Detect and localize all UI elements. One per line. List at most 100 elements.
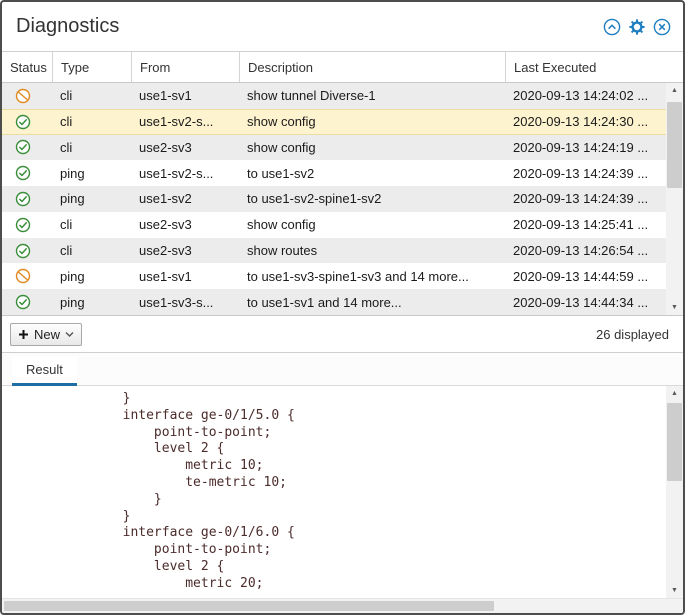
type-cell: ping xyxy=(52,263,131,289)
table-row[interactable]: cliuse2-sv3show config2020-09-13 14:25:4… xyxy=(2,212,666,238)
table-rows: cliuse1-sv1show tunnel Diverse-12020-09-… xyxy=(2,83,666,315)
type-cell: ping xyxy=(52,289,131,315)
from-cell: use2-sv3 xyxy=(131,238,239,264)
close-icon[interactable] xyxy=(653,18,671,36)
last-executed-cell: 2020-09-13 14:24:39 ... xyxy=(505,186,666,212)
status-success-icon xyxy=(15,165,31,181)
tab-result[interactable]: Result xyxy=(12,356,77,386)
status-cell xyxy=(2,212,52,238)
status-success-icon xyxy=(15,191,31,207)
scroll-thumb[interactable] xyxy=(667,102,682,188)
last-executed-cell: 2020-09-13 14:24:30 ... xyxy=(505,109,666,135)
type-cell: ping xyxy=(52,160,131,186)
status-cell xyxy=(2,109,52,135)
column-header-type[interactable]: Type xyxy=(52,52,131,82)
status-cell xyxy=(2,160,52,186)
tab-bar: Result xyxy=(2,353,683,386)
table-row[interactable]: cliuse1-sv1show tunnel Diverse-12020-09-… xyxy=(2,83,666,109)
description-cell: show config xyxy=(239,109,505,135)
description-cell: to use1-sv1 and 14 more... xyxy=(239,289,505,315)
last-executed-cell: 2020-09-13 14:24:39 ... xyxy=(505,160,666,186)
diagnostics-panel: Diagnostics Status Type From Description… xyxy=(0,0,685,615)
type-cell: ping xyxy=(52,186,131,212)
table-row[interactable]: pinguse1-sv1to use1-sv3-spine1-sv3 and 1… xyxy=(2,263,666,289)
description-cell: show config xyxy=(239,212,505,238)
titlebar-actions xyxy=(603,18,671,36)
table-header: Status Type From Description Last Execut… xyxy=(2,52,683,83)
horizontal-scrollbar[interactable] xyxy=(2,598,683,613)
scroll-up-arrow[interactable]: ▲ xyxy=(666,386,683,401)
description-cell: to use1-sv3-spine1-sv3 and 14 more... xyxy=(239,263,505,289)
from-cell: use1-sv2-s... xyxy=(131,160,239,186)
panel-title: Diagnostics xyxy=(16,15,119,38)
status-cell xyxy=(2,263,52,289)
chevron-down-icon xyxy=(65,331,74,338)
status-cell xyxy=(2,135,52,161)
toolbar: New 26 displayed xyxy=(2,316,683,353)
table-body: cliuse1-sv1show tunnel Diverse-12020-09-… xyxy=(2,83,683,316)
scroll-thumb[interactable] xyxy=(4,601,494,611)
scroll-down-arrow[interactable]: ▼ xyxy=(666,300,683,315)
status-success-icon xyxy=(15,243,31,259)
gear-icon[interactable] xyxy=(628,18,646,36)
description-cell: show routes xyxy=(239,238,505,264)
from-cell: use1-sv3-s... xyxy=(131,289,239,315)
last-executed-cell: 2020-09-13 14:24:19 ... xyxy=(505,135,666,161)
result-code[interactable]: } interface ge-0/1/5.0 { point-to-point;… xyxy=(2,386,666,598)
status-success-icon xyxy=(15,294,31,310)
from-cell: use1-sv2 xyxy=(131,186,239,212)
table-row[interactable]: cliuse2-sv3show config2020-09-13 14:24:1… xyxy=(2,135,666,161)
table-row[interactable]: cliuse1-sv2-s...show config2020-09-13 14… xyxy=(2,109,666,135)
status-cell xyxy=(2,186,52,212)
last-executed-cell: 2020-09-13 14:44:34 ... xyxy=(505,289,666,315)
type-cell: cli xyxy=(52,109,131,135)
last-executed-cell: 2020-09-13 14:44:59 ... xyxy=(505,263,666,289)
description-cell: to use1-sv2-spine1-sv2 xyxy=(239,186,505,212)
column-header-description[interactable]: Description xyxy=(239,52,505,82)
table-row[interactable]: cliuse2-sv3show routes2020-09-13 14:26:5… xyxy=(2,238,666,264)
table-scrollbar[interactable]: ▲ ▼ xyxy=(666,83,683,315)
table-row[interactable]: pinguse1-sv3-s...to use1-sv1 and 14 more… xyxy=(2,289,666,315)
status-cell xyxy=(2,238,52,264)
titlebar: Diagnostics xyxy=(2,2,683,52)
last-executed-cell: 2020-09-13 14:25:41 ... xyxy=(505,212,666,238)
from-cell: use1-sv2-s... xyxy=(131,109,239,135)
new-button-label: New xyxy=(34,327,60,342)
type-cell: cli xyxy=(52,83,131,109)
last-executed-cell: 2020-09-13 14:24:02 ... xyxy=(505,83,666,109)
displayed-count: 26 displayed xyxy=(596,327,669,342)
scroll-track[interactable] xyxy=(666,401,683,583)
from-cell: use2-sv3 xyxy=(131,135,239,161)
from-cell: use2-sv3 xyxy=(131,212,239,238)
result-pane: } interface ge-0/1/5.0 { point-to-point;… xyxy=(2,386,683,598)
result-scrollbar[interactable]: ▲ ▼ xyxy=(666,386,683,598)
type-cell: cli xyxy=(52,238,131,264)
table-row[interactable]: pinguse1-sv2-s...to use1-sv22020-09-13 1… xyxy=(2,160,666,186)
plus-icon xyxy=(18,329,29,340)
description-cell: to use1-sv2 xyxy=(239,160,505,186)
scroll-track[interactable] xyxy=(666,98,683,300)
status-success-icon xyxy=(15,114,31,130)
from-cell: use1-sv1 xyxy=(131,263,239,289)
status-success-icon xyxy=(15,139,31,155)
status-success-icon xyxy=(15,217,31,233)
new-button[interactable]: New xyxy=(10,323,82,346)
column-header-last-executed[interactable]: Last Executed xyxy=(505,52,683,82)
type-cell: cli xyxy=(52,135,131,161)
scroll-up-arrow[interactable]: ▲ xyxy=(666,83,683,98)
column-header-status[interactable]: Status xyxy=(2,52,52,82)
status-blocked-icon xyxy=(15,268,31,284)
status-blocked-icon xyxy=(15,88,31,104)
collapse-icon[interactable] xyxy=(603,18,621,36)
description-cell: show config xyxy=(239,135,505,161)
description-cell: show tunnel Diverse-1 xyxy=(239,83,505,109)
status-cell xyxy=(2,289,52,315)
status-cell xyxy=(2,83,52,109)
column-header-from[interactable]: From xyxy=(131,52,239,82)
table-row[interactable]: pinguse1-sv2to use1-sv2-spine1-sv22020-0… xyxy=(2,186,666,212)
scroll-down-arrow[interactable]: ▼ xyxy=(666,583,683,598)
last-executed-cell: 2020-09-13 14:26:54 ... xyxy=(505,238,666,264)
scroll-thumb[interactable] xyxy=(667,403,682,481)
from-cell: use1-sv1 xyxy=(131,83,239,109)
type-cell: cli xyxy=(52,212,131,238)
